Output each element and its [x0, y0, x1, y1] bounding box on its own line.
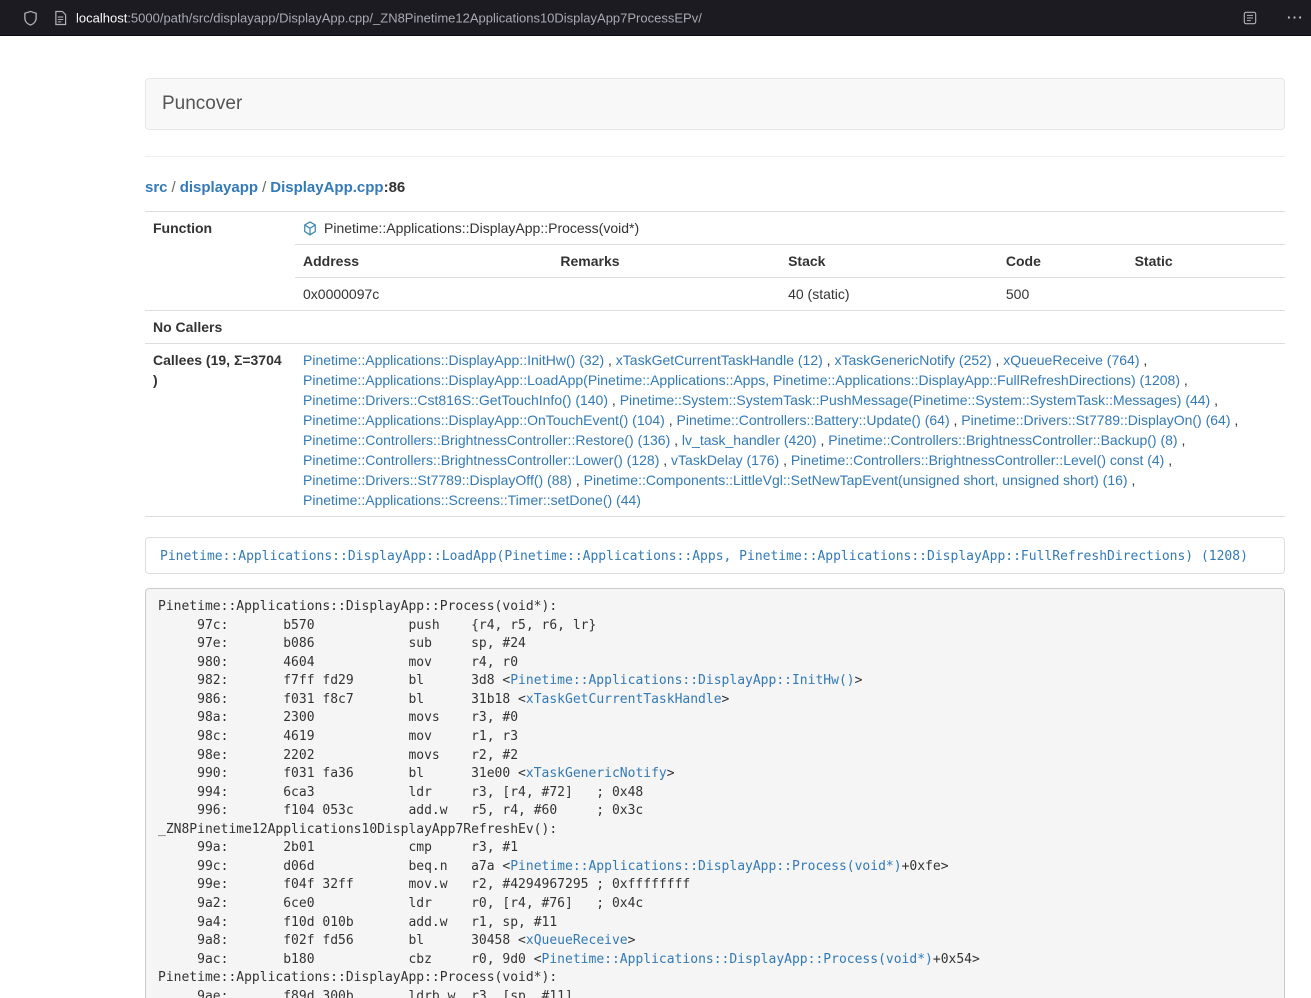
highlighted-callee-link[interactable]: Pinetime::Applications::DisplayApp::Load… [160, 549, 1248, 564]
code-value: 500 [998, 278, 1127, 311]
callee-link[interactable]: Pinetime::Controllers::BrightnessControl… [303, 432, 670, 448]
function-type-icon [303, 221, 317, 236]
callees-list: Pinetime::Applications::DisplayApp::Init… [295, 344, 1285, 516]
callee-link[interactable]: vTaskDelay (176) [671, 452, 779, 468]
function-signature-row: Pinetime::Applications::DisplayApp::Proc… [295, 212, 1285, 244]
code-symbol-link[interactable]: xTaskGenericNotify [526, 766, 667, 781]
disassembly: Pinetime::Applications::DisplayApp::Proc… [145, 588, 1285, 998]
code-symbol-link[interactable]: Pinetime::Applications::DisplayApp::Init… [510, 673, 854, 688]
code-symbol-link[interactable]: xQueueReceive [526, 933, 628, 948]
callee-link[interactable]: Pinetime::Applications::DisplayApp::OnTo… [303, 412, 665, 428]
function-row: Function Pinetime::Applications::Display… [145, 212, 1285, 311]
url-host: localhost [76, 10, 127, 25]
stats-table: Address Remarks Stack Code Static [295, 244, 1285, 310]
callee-link[interactable]: Pinetime::Applications::Screens::Timer::… [303, 492, 641, 508]
function-label: Function [145, 212, 295, 311]
col-address: Address [295, 245, 552, 278]
callee-link[interactable]: Pinetime::Controllers::BrightnessControl… [791, 452, 1164, 468]
address-value: 0x0000097c [295, 278, 552, 311]
callee-link[interactable]: Pinetime::Drivers::Cst816S::GetTouchInfo… [303, 392, 608, 408]
page-info-icon[interactable] [54, 10, 67, 25]
stats-value-row: 0x0000097c 40 (static) 500 [295, 278, 1285, 311]
app-header: Puncover [145, 78, 1285, 130]
breadcrumb: src/displayapp/DisplayApp.cpp:86 [145, 177, 1285, 198]
callee-link[interactable]: lv_task_handler (420) [682, 432, 817, 448]
no-callers-row: No Callers [145, 311, 1285, 344]
remarks-value [552, 278, 780, 311]
reader-view-icon[interactable] [1243, 11, 1257, 25]
url-path: :5000/path/src/displayapp/DisplayApp.cpp… [127, 10, 702, 25]
code-symbol-link[interactable]: Pinetime::Applications::DisplayApp::Proc… [542, 952, 933, 967]
code-symbol-link[interactable]: xTaskGetCurrentTaskHandle [526, 692, 722, 707]
breadcrumb-src[interactable]: src [145, 179, 168, 196]
code-symbol-link[interactable]: Pinetime::Applications::DisplayApp::Proc… [510, 859, 901, 874]
tracking-protection-shield-icon[interactable] [23, 10, 38, 26]
no-callers-label: No Callers [145, 311, 295, 344]
browser-window: localhost:5000/path/src/displayapp/Displ… [0, 0, 1311, 998]
callees-label: Callees (19, Σ=3704 ) [145, 344, 295, 517]
breadcrumb-separator: / [172, 179, 176, 196]
breadcrumb-separator: / [262, 179, 266, 196]
function-name: Pinetime::Applications::DisplayApp::Proc… [324, 218, 639, 238]
callee-link[interactable]: Pinetime::Applications::DisplayApp::Init… [303, 352, 604, 368]
callees-row: Callees (19, Σ=3704 ) Pinetime::Applicat… [145, 344, 1285, 517]
breadcrumb-displayapp[interactable]: displayapp [180, 179, 258, 196]
callee-link[interactable]: xQueueReceive (764) [1003, 352, 1139, 368]
col-code: Code [998, 245, 1127, 278]
callee-link[interactable]: Pinetime::System::SystemTask::PushMessag… [620, 392, 1211, 408]
browser-chrome: localhost:5000/path/src/displayapp/Displ… [0, 0, 1311, 36]
callee-link[interactable]: Pinetime::Drivers::St7789::DisplayOff() … [303, 472, 572, 488]
url-bar[interactable]: localhost:5000/path/src/displayapp/Displ… [76, 10, 702, 25]
col-static: Static [1127, 245, 1285, 278]
callee-link[interactable]: Pinetime::Controllers::Battery::Update()… [677, 412, 950, 428]
callee-link[interactable]: Pinetime::Controllers::BrightnessControl… [828, 432, 1177, 448]
col-stack: Stack [780, 245, 998, 278]
callee-link[interactable]: Pinetime::Applications::DisplayApp::Load… [303, 372, 1180, 388]
callee-link[interactable]: xTaskGenericNotify (252) [834, 352, 991, 368]
static-value [1127, 278, 1285, 311]
callee-link[interactable]: Pinetime::Drivers::St7789::DisplayOn() (… [961, 412, 1230, 428]
overflow-menu-icon[interactable]: ⋯ [1286, 8, 1304, 28]
callee-link[interactable]: Pinetime::Controllers::BrightnessControl… [303, 452, 659, 468]
stats-header-row: Address Remarks Stack Code Static [295, 245, 1285, 278]
app-title[interactable]: Puncover [146, 93, 242, 115]
callee-link[interactable]: Pinetime::Components::LittleVgl::SetNewT… [584, 472, 1128, 488]
breadcrumb-file[interactable]: DisplayApp.cpp [270, 179, 383, 196]
col-remarks: Remarks [552, 245, 780, 278]
symbol-table: Function Pinetime::Applications::Display… [145, 211, 1285, 517]
callee-link[interactable]: xTaskGetCurrentTaskHandle (12) [616, 352, 823, 368]
breadcrumb-line-number: :86 [384, 179, 406, 196]
highlighted-callee-box: Pinetime::Applications::DisplayApp::Load… [145, 537, 1285, 574]
stack-value: 40 (static) [780, 278, 998, 311]
divider [145, 156, 1285, 157]
